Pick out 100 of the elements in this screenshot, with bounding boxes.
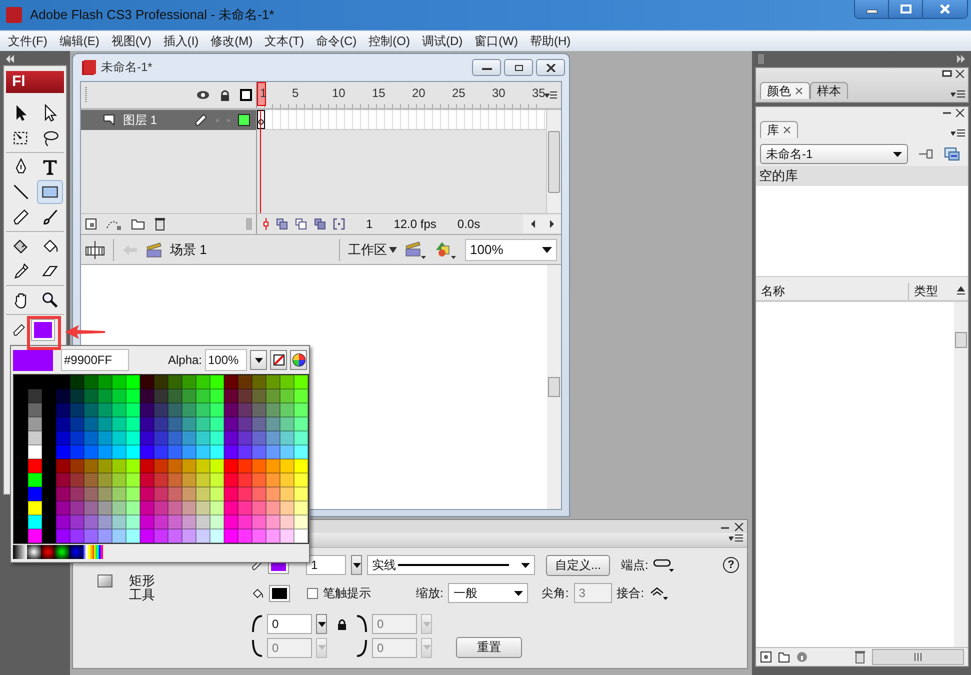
zoom-dropdown[interactable]: 100%: [465, 238, 557, 260]
caret-icon[interactable]: [352, 562, 360, 568]
close-icon[interactable]: [955, 109, 965, 117]
layer-row[interactable]: 图层 1: [81, 110, 256, 130]
close-icon[interactable]: [955, 70, 965, 78]
stroke-width-field[interactable]: 1: [306, 555, 346, 575]
edit-symbols-icon[interactable]: [435, 240, 457, 258]
menu-item[interactable]: 命令(C): [310, 32, 363, 50]
motion-guide-icon[interactable]: [106, 218, 122, 230]
timeline-toggle-icon[interactable]: [85, 240, 105, 258]
panel-tab[interactable]: 库: [760, 121, 798, 138]
dropdown-button[interactable]: [351, 555, 362, 575]
fill-color-swatch[interactable]: [269, 584, 290, 602]
lock-icon[interactable]: [219, 89, 231, 101]
caret-icon[interactable]: [389, 246, 397, 252]
trash-icon[interactable]: [854, 650, 866, 664]
scroll-right-icon[interactable]: [548, 220, 554, 228]
panel-tab[interactable]: 样本: [810, 82, 848, 99]
corner-radius-field[interactable]: 0: [267, 614, 312, 634]
grip-icon[interactable]: [758, 54, 764, 64]
column-header[interactable]: 类型: [908, 282, 954, 300]
help-button[interactable]: ?: [723, 557, 739, 573]
stroke-hint-checkbox[interactable]: [307, 588, 318, 598]
round-cap-icon[interactable]: [653, 557, 676, 573]
caret-icon[interactable]: [521, 562, 530, 568]
lock-icon[interactable]: [337, 618, 347, 630]
onion-outline-icon[interactable]: [295, 218, 307, 230]
panel-menu-icon[interactable]: [729, 533, 743, 543]
color-wheel-button[interactable]: [290, 350, 307, 370]
no-color-button[interactable]: [270, 350, 287, 370]
stroke-style-dropdown[interactable]: 实线: [367, 555, 535, 575]
caret-icon[interactable]: [318, 622, 326, 626]
eye-icon[interactable]: [196, 90, 210, 100]
expand-icon[interactable]: [956, 55, 966, 63]
minimize-button[interactable]: [855, 0, 889, 18]
horizontal-scrollbar[interactable]: [872, 649, 964, 665]
panel-tab[interactable]: 颜色: [760, 82, 810, 99]
outline-square-icon[interactable]: [240, 89, 252, 101]
close-icon[interactable]: [795, 87, 803, 95]
info-icon[interactable]: [796, 651, 808, 663]
dropdown-button[interactable]: [250, 350, 267, 370]
grip-icon[interactable]: [913, 653, 923, 661]
close-icon[interactable]: [544, 64, 556, 72]
caret-icon[interactable]: [893, 152, 902, 156]
edit-frames-icon[interactable]: [314, 218, 326, 230]
no-color-icon[interactable]: [272, 354, 284, 366]
folder-icon[interactable]: [778, 651, 790, 663]
onion-markers-icon[interactable]: [333, 218, 345, 230]
library-dropdown[interactable]: 未命名-1: [760, 144, 908, 164]
panel-menu-icon[interactable]: [545, 90, 557, 100]
close-icon[interactable]: [734, 522, 744, 530]
menu-item[interactable]: 文本(T): [258, 32, 310, 50]
close-icon[interactable]: [783, 126, 791, 134]
new-symbol-icon[interactable]: [760, 651, 772, 663]
reset-button[interactable]: 重置: [456, 637, 522, 658]
color-wheel-icon[interactable]: [292, 353, 306, 367]
rectangle-icon[interactable]: [36, 180, 62, 204]
restore-button[interactable]: [504, 59, 533, 76]
menu-item[interactable]: 插入(I): [157, 32, 205, 50]
menu-item[interactable]: 编辑(E): [53, 32, 106, 50]
scene-name[interactable]: 场景 1: [170, 240, 207, 258]
collapse-icon[interactable]: [5, 55, 15, 63]
workspace-menu[interactable]: 工作区: [348, 240, 397, 258]
color-swatch-grid[interactable]: [13, 374, 309, 544]
hex-field[interactable]: #9900FF: [61, 349, 129, 371]
caret-icon[interactable]: [514, 590, 524, 596]
layer-outline-color[interactable]: [238, 114, 250, 126]
minimize-icon[interactable]: [942, 70, 952, 78]
caret-icon[interactable]: [254, 358, 262, 362]
menu-item[interactable]: 文件(F): [2, 32, 54, 50]
menu-item[interactable]: 调试(D): [416, 32, 469, 50]
scroll-left-icon[interactable]: [530, 220, 536, 228]
pin-icon[interactable]: [918, 147, 934, 161]
menu-item[interactable]: 修改(M): [204, 32, 259, 50]
caret-icon[interactable]: [542, 246, 552, 252]
center-frame-icon[interactable]: [263, 218, 269, 230]
maximize-button[interactable]: [889, 0, 923, 18]
scale-dropdown[interactable]: 一般: [448, 583, 528, 603]
panel-menu-icon[interactable]: [951, 89, 965, 99]
menu-item[interactable]: 控制(O): [362, 32, 416, 50]
menu-item[interactable]: 窗口(W): [468, 32, 524, 50]
horizontal-scrollbar[interactable]: [523, 215, 561, 233]
folder-icon[interactable]: [131, 218, 145, 230]
edit-scene-icon[interactable]: [405, 240, 427, 258]
column-header[interactable]: 名称: [761, 282, 908, 300]
restore-icon[interactable]: [512, 64, 524, 72]
trash-icon[interactable]: [154, 217, 166, 231]
custom-button[interactable]: 自定义...: [546, 554, 610, 576]
maximize-icon[interactable]: [900, 4, 912, 14]
dropdown-button[interactable]: [316, 614, 327, 634]
menu-item[interactable]: 视图(V): [105, 32, 158, 50]
new-layer-icon[interactable]: [85, 218, 97, 230]
vertical-scrollbar[interactable]: [547, 265, 561, 509]
miter-field[interactable]: 3: [574, 583, 612, 603]
new-library-icon[interactable]: [944, 147, 960, 161]
minimize-button[interactable]: [472, 59, 501, 76]
close-button[interactable]: [536, 59, 565, 76]
onion-skin-icon[interactable]: [276, 218, 288, 230]
alpha-field[interactable]: 100%: [205, 349, 247, 371]
vertical-scrollbar[interactable]: [546, 110, 561, 213]
